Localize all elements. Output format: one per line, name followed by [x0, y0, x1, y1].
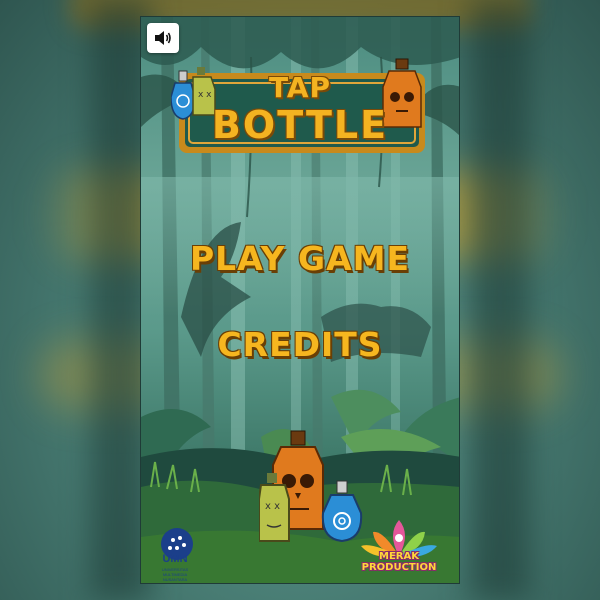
- sound-toggle-button[interactable]: [147, 23, 179, 53]
- svg-text:x x: x x: [265, 501, 280, 512]
- umn-name: UMN: [162, 553, 188, 565]
- studio-name: MERAK: [379, 551, 419, 562]
- umn-subtitle: UNIVERSITAS MULTIMEDIA NUSANTARA: [161, 567, 189, 582]
- blurred-tree: [470, 0, 530, 600]
- credits-button[interactable]: CREDITS: [141, 325, 459, 364]
- play-game-button[interactable]: PLAY GAME: [141, 239, 459, 278]
- title-word-bottle: BOTTLE: [211, 103, 389, 147]
- studio-subtitle: PRODUCTION: [361, 562, 437, 573]
- title-word-tap: TAP: [268, 71, 332, 104]
- game-screen: x x TAP BOTTLE PLAY GAME CREDITS x x UMN…: [140, 16, 460, 584]
- speaker-icon: [155, 31, 171, 45]
